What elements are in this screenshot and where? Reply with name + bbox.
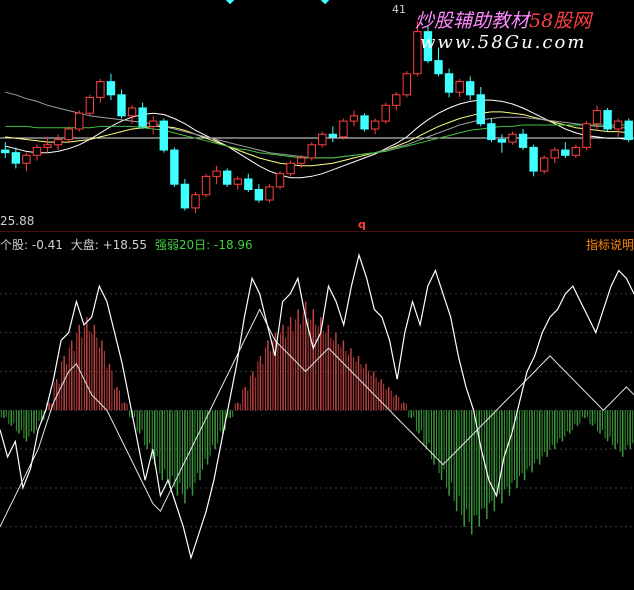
stock-value-label: 个股: -0.41 [0,238,63,252]
indicator-header: 个股: -0.41 大盘: +18.55 强弱20日: -18.96 [0,236,257,253]
strength-value-label: 强弱20日: -18.96 [154,238,253,252]
price-low-label: 25.88 [0,214,35,228]
watermark-cn-text: 炒股辅助教材 [415,10,530,32]
price-high-label: 41 [392,3,406,16]
event-marker: q [358,218,366,231]
indicator-panel [0,252,634,560]
watermark-brand-text: 58股网 [529,10,592,32]
market-value-label: 大盘: +18.55 [70,238,148,252]
stock-line [0,252,634,560]
chart-window: 25.88 41 q 个股: -0.41 大盘: +18.55 强弱20日: -… [0,0,634,590]
watermark-title: 炒股辅助教材58股网 [415,6,591,33]
watermark-url: www.58Gu.com [420,32,587,53]
indicator-help-button[interactable]: 指标说明 [586,236,634,253]
